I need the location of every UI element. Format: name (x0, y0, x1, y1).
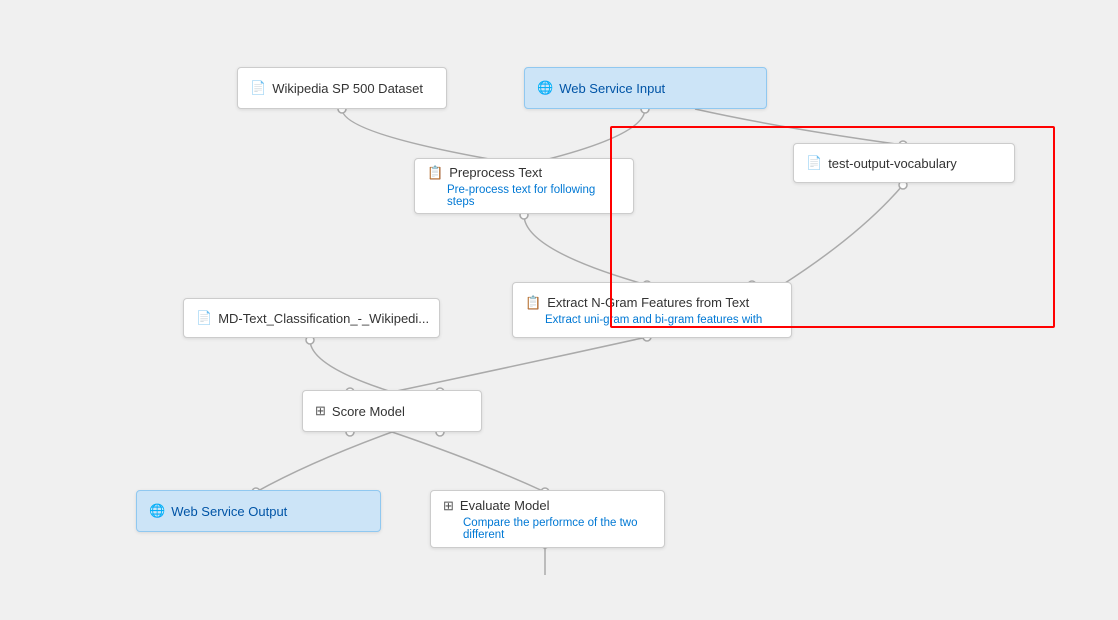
preprocess-icon: 📋 (427, 165, 443, 181)
web-service-output-title: 🌐 Web Service Output (149, 503, 368, 519)
md-text-title: 📄 MD-Text_Classification_-_Wikipedi... (196, 310, 427, 326)
preprocess-text-title: 📋 Preprocess Text (427, 165, 621, 181)
extract-ngram-subtitle: Extract uni-gram and bi-gram features wi… (545, 314, 779, 326)
web-service-input-title: 🌐 Web Service Input (537, 80, 754, 96)
preprocess-text-subtitle: Pre-process text for following steps (447, 184, 621, 208)
test-output-vocabulary-node[interactable]: 📄 test-output-vocabulary (793, 143, 1015, 183)
test-output-vocabulary-title: 📄 test-output-vocabulary (806, 155, 1002, 171)
preprocess-text-node[interactable]: 📋 Preprocess Text Pre-process text for f… (414, 158, 634, 214)
web-service-output-icon: 🌐 (149, 503, 165, 519)
web-service-output-node[interactable]: 🌐 Web Service Output (136, 490, 381, 532)
workflow-canvas: 📄 Wikipedia SP 500 Dataset 🌐 Web Service… (0, 0, 1118, 620)
wikipedia-icon: 📄 (250, 80, 266, 96)
web-service-input-icon: 🌐 (537, 80, 553, 96)
extract-icon: 📋 (525, 295, 541, 311)
md-text-icon: 📄 (196, 310, 212, 326)
score-model-title: ⊞ Score Model (315, 403, 469, 419)
evaluate-model-node[interactable]: ⊞ Evaluate Model Compare the performce o… (430, 490, 665, 548)
score-model-node[interactable]: ⊞ Score Model (302, 390, 482, 432)
md-text-node[interactable]: 📄 MD-Text_Classification_-_Wikipedi... (183, 298, 440, 338)
evaluate-icon: ⊞ (443, 498, 454, 514)
extract-ngram-node[interactable]: 📋 Extract N-Gram Features from Text Extr… (512, 282, 792, 338)
evaluate-model-subtitle: Compare the performce of the two differe… (463, 517, 652, 541)
wikipedia-node-title: 📄 Wikipedia SP 500 Dataset (250, 80, 434, 96)
vocabulary-icon: 📄 (806, 155, 822, 171)
extract-ngram-title: 📋 Extract N-Gram Features from Text (525, 295, 779, 311)
score-icon: ⊞ (315, 403, 326, 419)
web-service-input-node[interactable]: 🌐 Web Service Input (524, 67, 767, 109)
wikipedia-node[interactable]: 📄 Wikipedia SP 500 Dataset (237, 67, 447, 109)
evaluate-model-title: ⊞ Evaluate Model (443, 498, 652, 514)
